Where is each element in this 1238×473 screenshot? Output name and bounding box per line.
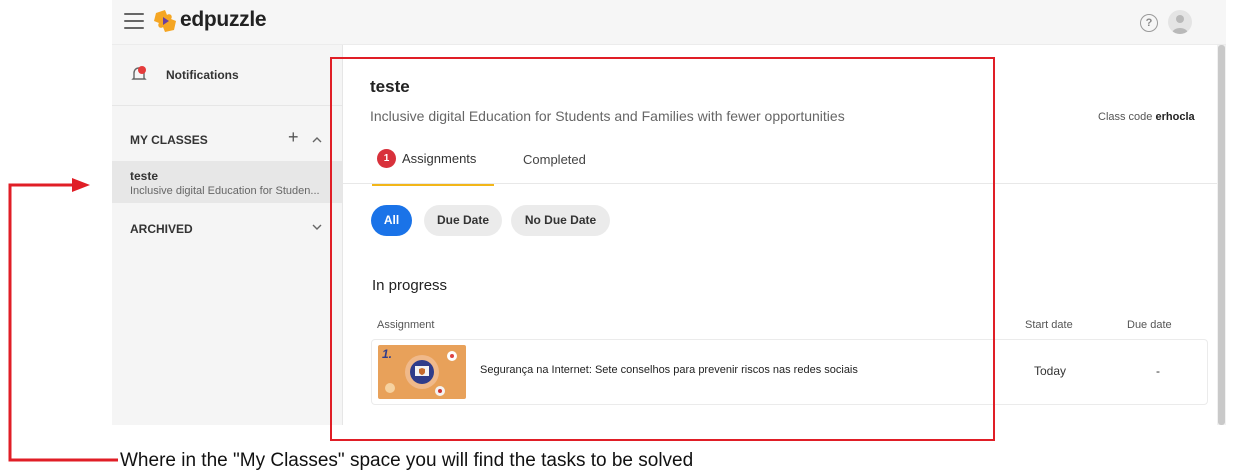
annotation-highlight-box xyxy=(330,57,995,441)
sidebar-class-teste[interactable]: teste Inclusive digital Education for St… xyxy=(112,161,342,203)
column-header-start-date: Start date xyxy=(1025,319,1073,331)
logo-text[interactable]: edpuzzle xyxy=(180,8,267,32)
class-code-value: erhocla xyxy=(1155,111,1195,123)
edpuzzle-logo-icon[interactable] xyxy=(153,9,179,33)
assignment-due-date: - xyxy=(1156,364,1160,378)
notifications-label: Notifications xyxy=(166,68,239,82)
sidebar-class-description: Inclusive digital Education for Studen..… xyxy=(130,185,320,197)
sidebar: Notifications MY CLASSES + teste Inclusi… xyxy=(112,45,343,425)
class-code: Class code erhocla xyxy=(1098,111,1195,123)
chevron-up-icon[interactable] xyxy=(312,135,322,145)
notifications-item[interactable]: Notifications xyxy=(112,45,342,106)
top-bar: edpuzzle ? xyxy=(112,0,1226,45)
scrollbar[interactable] xyxy=(1217,45,1226,425)
bell-icon xyxy=(131,66,147,80)
assignment-start-date: Today xyxy=(1034,364,1067,378)
chevron-down-icon[interactable] xyxy=(312,222,322,232)
user-silhouette-icon xyxy=(1172,15,1188,34)
sidebar-class-name: teste xyxy=(130,169,159,183)
user-avatar-icon[interactable] xyxy=(1168,10,1192,34)
class-code-label: Class code xyxy=(1098,111,1153,123)
help-icon[interactable]: ? xyxy=(1140,14,1158,32)
my-classes-heading: MY CLASSES xyxy=(130,133,208,147)
annotation-caption: Where in the "My Classes" space you will… xyxy=(120,450,694,471)
column-header-due-date: Due date xyxy=(1127,319,1172,331)
hamburger-menu-icon[interactable] xyxy=(124,13,144,29)
archived-heading[interactable]: ARCHIVED xyxy=(130,222,193,236)
add-class-button[interactable]: + xyxy=(288,127,299,148)
scrollbar-thumb[interactable] xyxy=(1218,45,1225,425)
